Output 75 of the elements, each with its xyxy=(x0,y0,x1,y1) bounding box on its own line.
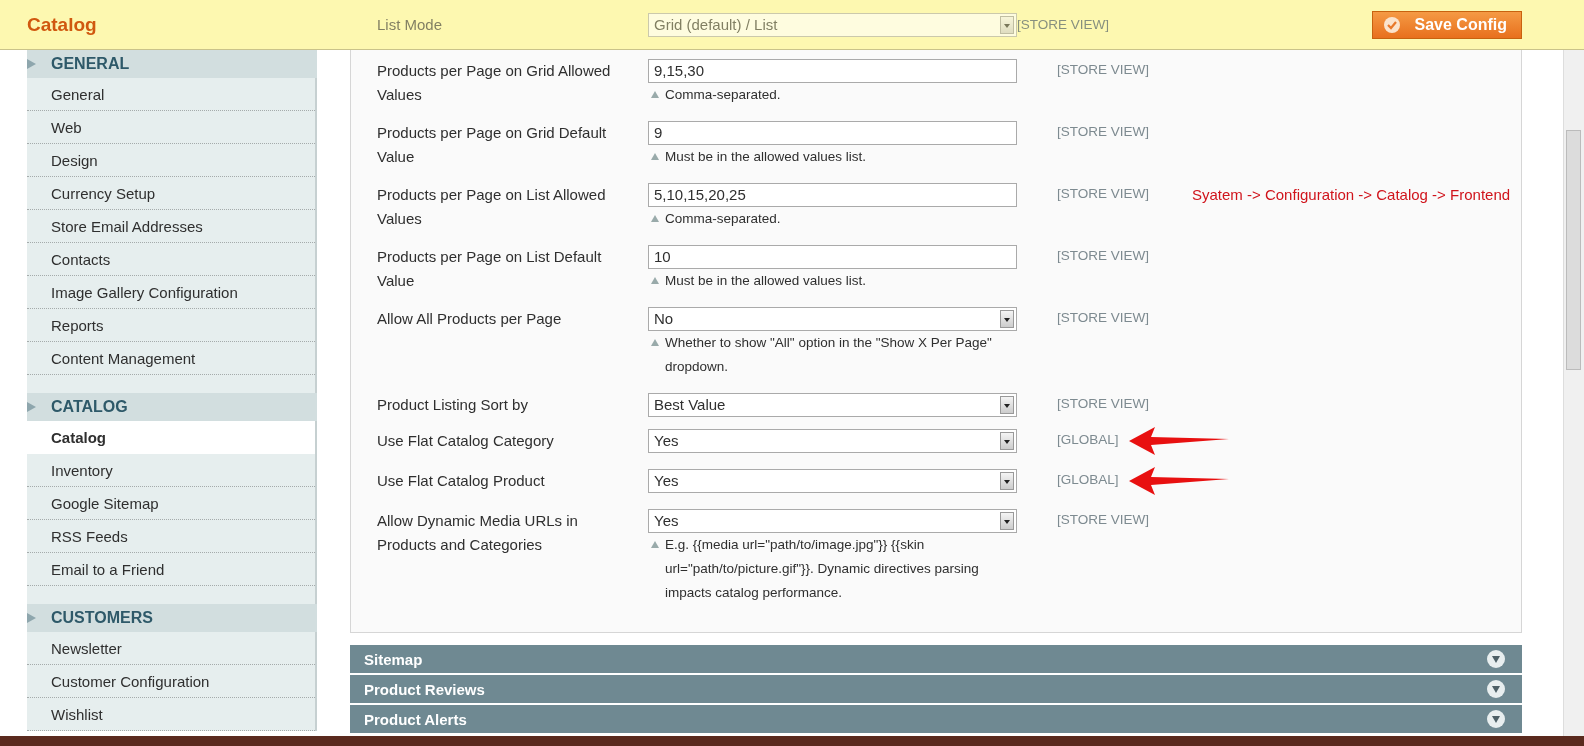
expand-icon xyxy=(1486,649,1506,669)
sidebar-item[interactable]: Google Sitemap xyxy=(27,487,315,520)
field-note: Whether to show "All" option in the "Show X Per Page" dropdown. xyxy=(665,334,993,376)
select-field[interactable]: Yes xyxy=(648,469,1017,493)
field-note: Comma-separated. xyxy=(665,86,781,104)
triangle-icon xyxy=(27,402,36,412)
scope-label: [STORE VIEW] xyxy=(1057,309,1149,327)
text-field[interactable]: 5,10,15,20,25 xyxy=(648,183,1017,207)
text-field[interactable]: 9,15,30 xyxy=(648,59,1017,83)
sidebar-item[interactable]: RSS Feeds xyxy=(27,520,315,553)
select-field[interactable]: Best Value xyxy=(648,393,1017,417)
sidebar-item[interactable]: Web xyxy=(27,111,315,144)
triangle-icon xyxy=(651,215,659,222)
select-field[interactable]: Yes xyxy=(648,509,1017,533)
triangle-icon xyxy=(651,153,659,160)
scope-label: [STORE VIEW] xyxy=(1057,185,1149,203)
sidebar-item[interactable]: Contacts xyxy=(27,243,315,276)
field-label: Use Flat Catalog Product xyxy=(377,471,546,491)
expand-icon xyxy=(1486,709,1506,729)
section-header[interactable]: Product Reviews xyxy=(350,675,1522,703)
field-note: Must be in the allowed values list. xyxy=(665,272,867,290)
field-note: Comma-separated. xyxy=(665,210,781,228)
sidebar-item[interactable]: Reports xyxy=(27,309,315,342)
triangle-icon xyxy=(651,339,659,346)
select-field[interactable]: No xyxy=(648,307,1017,331)
expand-icon xyxy=(1486,679,1506,699)
sidebar-item[interactable]: Design xyxy=(27,144,315,177)
select-field[interactable]: Grid (default) / List xyxy=(648,12,1017,37)
scope-label: [STORE VIEW] xyxy=(1057,395,1149,413)
text-field[interactable]: 10 xyxy=(648,245,1017,269)
triangle-icon xyxy=(27,59,36,69)
field-label: Allow Dynamic Media URLs in Products and Categories xyxy=(377,511,579,555)
field-label: Products per Page on Grid Allowed Values xyxy=(377,61,612,105)
field-label: List Mode xyxy=(377,14,444,35)
triangle-icon xyxy=(651,541,659,548)
field-label: Product Listing Sort by xyxy=(377,395,529,415)
sidebar-item[interactable]: Email to a Friend xyxy=(27,553,315,586)
sidebar-item[interactable]: Currency Setup xyxy=(27,177,315,210)
field-note: Must be in the allowed values list. xyxy=(665,148,867,166)
sidebar-section-heading[interactable]: GENERAL xyxy=(27,50,317,78)
field-label: Use Flat Catalog Category xyxy=(377,431,555,451)
text-field[interactable]: 9 xyxy=(648,121,1017,145)
section-header[interactable]: Product Alerts xyxy=(350,705,1522,733)
page-title: Catalog xyxy=(26,13,98,36)
sidebar-item[interactable]: Inventory xyxy=(27,454,315,487)
sidebar-item[interactable]: Catalog xyxy=(27,421,315,454)
scope-label: [STORE VIEW] xyxy=(1017,15,1109,34)
scope-label: [STORE VIEW] xyxy=(1057,247,1149,265)
field-note: E.g. {{media url="path/to/image.jpg"}} {{skin url="path/to/picture.gif"}}. Dynamic directives parsing impacts catalog performance. xyxy=(665,536,980,602)
triangle-icon xyxy=(651,91,659,98)
sidebar-item[interactable]: Customer Configuration xyxy=(27,665,315,698)
scope-label: [STORE VIEW] xyxy=(1057,511,1149,529)
scope-label: [STORE VIEW] xyxy=(1057,61,1149,79)
triangle-icon xyxy=(651,277,659,284)
sidebar-item[interactable]: Store Email Addresses xyxy=(27,210,315,243)
section-header[interactable]: Sitemap xyxy=(350,645,1522,673)
sidebar-item[interactable]: General xyxy=(27,78,315,111)
scope-label: [GLOBAL] xyxy=(1057,471,1119,489)
sidebar-section-heading[interactable]: CATALOG xyxy=(27,393,317,421)
triangle-icon xyxy=(27,613,36,623)
sidebar-item[interactable]: Newsletter xyxy=(27,632,315,665)
scope-label: [STORE VIEW] xyxy=(1057,123,1149,141)
scope-label: [GLOBAL] xyxy=(1057,431,1119,449)
scrollbar[interactable] xyxy=(1563,50,1584,736)
sidebar-item[interactable]: Content Management xyxy=(27,342,315,375)
field-label: Products per Page on List Allowed Values xyxy=(377,185,607,229)
select-field[interactable]: Yes xyxy=(648,429,1017,453)
field-label: Products per Page on List Default Value xyxy=(377,247,603,291)
field-label: Products per Page on Grid Default Value xyxy=(377,123,608,167)
sidebar-item[interactable]: Image Gallery Configuration xyxy=(27,276,315,309)
checkmark-icon xyxy=(1382,15,1401,34)
sidebar-item[interactable]: Wishlist xyxy=(27,698,315,731)
field-label: Allow All Products per Page xyxy=(377,309,563,329)
sidebar-section-heading[interactable]: CUSTOMERS xyxy=(27,604,317,632)
annotation-text: Syatem -> Configuration -> Catalog -> Frontend xyxy=(1192,186,1511,203)
